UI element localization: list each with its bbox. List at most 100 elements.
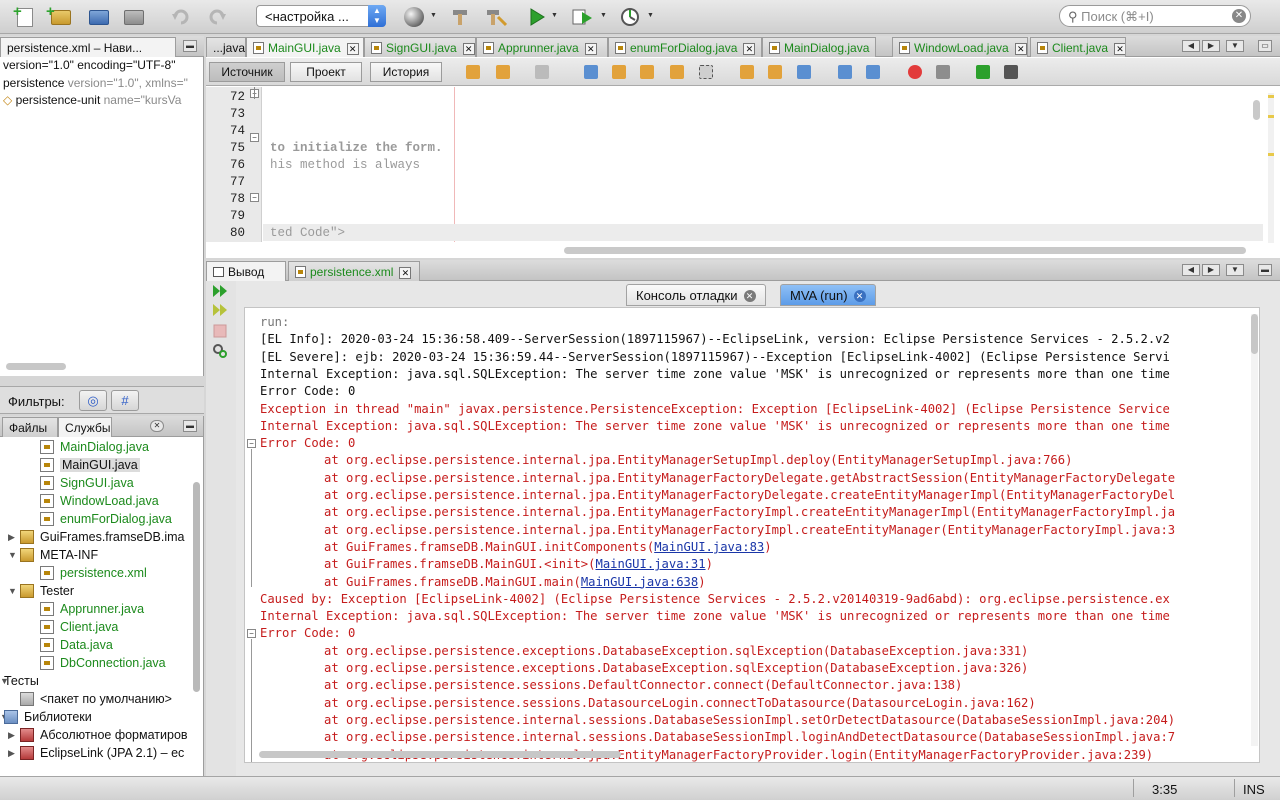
expand-down-icon[interactable]: ▼	[8, 550, 17, 560]
view-design-button[interactable]: Проект	[290, 62, 362, 82]
filter-hash-icon[interactable]: #	[111, 390, 139, 411]
filter-fields-icon[interactable]: ◎	[79, 390, 107, 411]
close-icon[interactable]: ✕	[875, 43, 876, 55]
globe-dropdown-icon[interactable]: ▼	[430, 12, 438, 20]
close-icon[interactable]: ✕	[1014, 43, 1027, 55]
stacktrace-link[interactable]: MainGUI.java:638	[581, 575, 698, 589]
tab-debug-console[interactable]: Консоль отладки ✕	[626, 284, 766, 306]
settings-icon[interactable]	[212, 343, 228, 358]
fold-icon[interactable]: −	[250, 133, 259, 142]
console-vscroll[interactable]	[1251, 314, 1258, 746]
search-input[interactable]: ⚲ Поиск (⌘+I) ✕	[1059, 5, 1251, 27]
shift-left-icon[interactable]	[838, 65, 852, 79]
editor-tab[interactable]: enumForDialog.java ✕	[608, 37, 762, 57]
start-macro-icon[interactable]	[908, 65, 922, 79]
tree-item[interactable]: DbConnection.java	[40, 654, 166, 672]
expand-right-icon[interactable]: ▶	[8, 532, 15, 543]
expand-down-icon[interactable]: ▼	[8, 586, 17, 596]
editor-tab[interactable]: Apprunner.java ✕	[476, 37, 608, 57]
previous-bookmark-icon[interactable]	[740, 65, 754, 79]
close-icon[interactable]: ✕	[346, 43, 359, 55]
back-icon[interactable]	[496, 65, 510, 79]
comment-icon[interactable]	[976, 65, 990, 79]
debug-icon[interactable]	[570, 5, 596, 29]
clean-build-icon[interactable]	[483, 5, 509, 29]
tree-item[interactable]: Тесты	[4, 672, 39, 690]
configuration-select[interactable]: <настройка ... ▲ ▼	[256, 5, 386, 27]
editor-tab[interactable]: Client.java ✕	[1030, 37, 1126, 57]
console-hscroll[interactable]	[259, 751, 621, 758]
editor-tab[interactable]: MainDialog.java ✕	[762, 37, 876, 57]
tree-item[interactable]: MainGUI.java	[40, 456, 140, 474]
close-icon[interactable]: ✕	[1114, 43, 1125, 55]
redo-icon[interactable]	[204, 5, 230, 29]
debug-dropdown-icon[interactable]: ▼	[600, 12, 608, 20]
forward-icon[interactable]	[535, 65, 549, 79]
nav-line[interactable]: ◇ persistence-unit name="kursVa	[3, 93, 203, 107]
tree-scrollbar[interactable]	[193, 482, 200, 692]
run-icon[interactable]	[524, 5, 550, 29]
next-bookmark-icon[interactable]	[768, 65, 782, 79]
scroll-tabs-left-icon[interactable]: ◀	[1182, 264, 1200, 276]
tree-item[interactable]: EclipseLink (JPA 2.1) – ec	[20, 744, 184, 762]
console-vscroll-thumb[interactable]	[1251, 314, 1258, 354]
editor-tab[interactable]: ...java	[206, 37, 246, 57]
tab-list-icon[interactable]: ▼	[1226, 264, 1244, 276]
close-icon[interactable]: ✕	[853, 290, 866, 302]
expand-right-icon[interactable]: ▶	[8, 730, 15, 741]
tree-item[interactable]: Data.java	[40, 636, 113, 654]
tree-item[interactable]: GuiFrames.framseDB.ima	[20, 528, 184, 546]
expand-right-icon[interactable]: ▶	[8, 748, 15, 759]
editor-tab[interactable]: WindowLoad.java ✕	[892, 37, 1028, 57]
tab-persistence[interactable]: persistence.xml ✕	[288, 261, 420, 281]
minimize-icon[interactable]: ▬	[1258, 264, 1272, 276]
tree-item[interactable]: enumForDialog.java	[40, 510, 172, 528]
tab-list-icon[interactable]: ▼	[1226, 40, 1244, 52]
nav-line[interactable]: version="1.0" encoding="UTF-8"	[3, 58, 203, 72]
tab-output[interactable]: Вывод	[206, 261, 286, 281]
toggle-highlight-icon[interactable]	[670, 65, 684, 79]
maximize-icon[interactable]: ▭	[1258, 40, 1272, 52]
uncomment-icon[interactable]	[1004, 65, 1018, 79]
rect-selection-icon[interactable]	[699, 65, 713, 79]
shift-right-icon[interactable]	[866, 65, 880, 79]
tree-item[interactable]: SignGUI.java	[40, 474, 134, 492]
tab-services[interactable]: Службы	[58, 417, 112, 437]
minimize-icon[interactable]: ▬	[183, 40, 197, 52]
fold-icon[interactable]: −	[247, 439, 256, 449]
tree-item[interactable]: Client.java	[40, 618, 118, 636]
hammer-icon[interactable]	[447, 5, 473, 29]
tree-item[interactable]: MainDialog.java	[40, 438, 149, 456]
find-previous-icon[interactable]	[612, 65, 626, 79]
scroll-tabs-right-icon[interactable]: ▶	[1202, 264, 1220, 276]
open-project-icon[interactable]	[86, 5, 112, 29]
editor-tab[interactable]: MainGUI.java ✕	[246, 37, 364, 57]
close-icon[interactable]: ✕	[399, 267, 412, 279]
tab-run-console[interactable]: MVA (run) ✕	[780, 284, 876, 306]
editor-hscroll[interactable]	[564, 247, 1246, 254]
clear-search-icon[interactable]: ✕	[1232, 9, 1246, 23]
close-icon[interactable]: ✕	[584, 43, 597, 55]
navigator-hscroll[interactable]	[6, 363, 66, 370]
globe-icon[interactable]	[401, 5, 427, 29]
close-project-icon[interactable]	[121, 5, 147, 29]
warning-marker[interactable]	[1268, 153, 1274, 156]
editor-tab[interactable]: SignGUI.java ✕	[364, 37, 476, 57]
rerun-icon[interactable]	[212, 284, 228, 298]
tree-item[interactable]: Tester	[20, 582, 74, 600]
toggle-bookmark-icon[interactable]	[797, 65, 811, 79]
tree-item[interactable]: <пакет по умолчанию>	[20, 690, 172, 708]
rerun-with-params-icon[interactable]	[212, 303, 228, 317]
find-icon[interactable]	[584, 65, 598, 79]
tab-files[interactable]: Файлы	[2, 417, 58, 437]
stop-macro-icon[interactable]	[936, 65, 950, 79]
close-icon[interactable]: ✕	[743, 290, 756, 302]
editor-vscroll[interactable]	[1253, 100, 1260, 120]
scroll-tabs-right-icon[interactable]: ▶	[1202, 40, 1220, 52]
close-icon[interactable]: ✕	[150, 420, 164, 432]
warning-marker[interactable]	[1268, 95, 1274, 98]
scroll-tabs-left-icon[interactable]: ◀	[1182, 40, 1200, 52]
tree-item[interactable]: META-INF	[20, 546, 98, 564]
fold-icon[interactable]: −	[247, 629, 256, 639]
close-icon[interactable]: ✕	[462, 43, 475, 55]
